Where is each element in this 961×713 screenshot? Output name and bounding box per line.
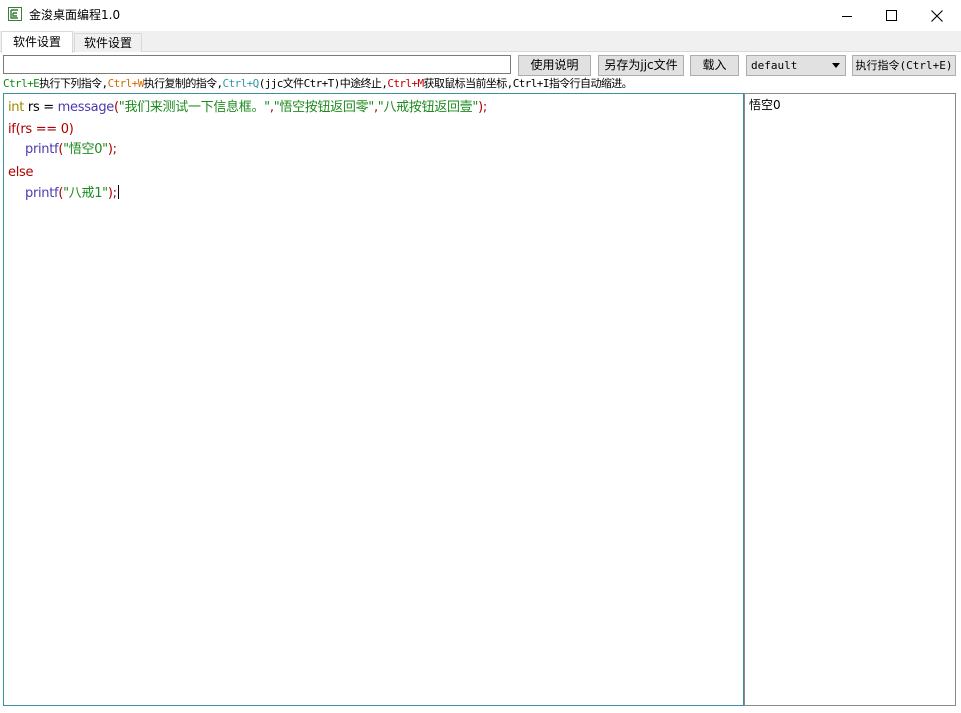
code-variable: rs = <box>24 100 58 115</box>
code-editor[interactable]: int rs = message("我们来测试一下信息框。","悟空按钮返回零"… <box>3 93 744 706</box>
text-caret <box>117 185 119 199</box>
code-function-printf: printf <box>25 186 59 201</box>
output-panel[interactable]: 悟空0 <box>744 93 956 706</box>
load-button[interactable]: 载入 <box>690 55 739 76</box>
hint-shortcut-execute-copied: Ctrl+W <box>107 77 145 90</box>
code-string: "我们来测试一下信息框。" <box>118 100 270 115</box>
minimize-icon <box>842 15 852 17</box>
maximize-button[interactable] <box>868 0 914 31</box>
title-bar[interactable]: 金浚桌面编程1.0 <box>0 0 961 31</box>
code-line-1: int rs = message("我们来测试一下信息框。","悟空按钮返回零"… <box>8 100 487 116</box>
code-string: "八戒按钮返回壹" <box>377 100 479 115</box>
help-button[interactable]: 使用说明 <box>518 55 591 76</box>
hint-text-mouse-coords: 获取鼠标当前坐标,Ctrl+I指令行自动缩进。 <box>423 77 633 90</box>
window-title: 金浚桌面编程1.0 <box>29 8 121 22</box>
hint-text-abort: (jjc文件Ctr+T)中途终止, <box>258 77 388 90</box>
tab-software-settings-2[interactable]: 软件设置 <box>74 33 142 52</box>
code-function-message: message <box>57 100 115 115</box>
hint-text-execute: 执行下列指令, <box>39 77 108 90</box>
profile-selected-value: default <box>751 59 798 72</box>
tab-software-settings-1[interactable]: 软件设置 <box>1 31 73 53</box>
execute-command-button[interactable]: 执行指令(Ctrl+E) <box>852 55 956 76</box>
code-line-3: printf("悟空0"); <box>25 142 117 158</box>
hint-text-execute-copied: 执行复制的指令, <box>143 77 223 90</box>
code-line-4: else <box>8 165 34 180</box>
minimize-button[interactable] <box>824 0 870 31</box>
code-paren: ); <box>107 186 117 201</box>
command-input[interactable] <box>3 55 511 74</box>
app-logo-icon <box>8 7 22 21</box>
code-string: "悟空按钮返回零" <box>273 100 375 115</box>
code-string: "悟空0" <box>63 142 108 157</box>
hint-shortcut-abort: Ctrl+Q <box>222 77 260 90</box>
hint-shortcut-mouse-coords: Ctrl+M <box>387 77 424 90</box>
save-as-jjc-button[interactable]: 另存为jjc文件 <box>598 55 684 76</box>
code-line-2: if(rs == 0) <box>8 122 74 137</box>
code-line-5: printf("八戒1"); <box>25 185 119 202</box>
code-function-printf: printf <box>25 142 59 157</box>
shortcut-hint: Ctrl+E执行下列指令,Ctrl+W执行复制的指令,Ctrl+Q(jjc文件C… <box>3 77 633 90</box>
hint-shortcut-execute: Ctrl+E <box>3 77 40 90</box>
profile-dropdown[interactable]: default <box>746 55 846 76</box>
code-paren: ); <box>478 100 487 115</box>
tab-strip: 软件设置 软件设置 <box>0 31 961 53</box>
output-text: 悟空0 <box>749 98 781 112</box>
code-string: "八戒1" <box>63 186 108 201</box>
code-paren: ); <box>107 142 117 157</box>
close-icon <box>931 9 943 22</box>
dropdown-arrow-icon <box>832 63 840 68</box>
code-keyword-int: int <box>8 100 25 115</box>
maximize-icon <box>885 10 897 21</box>
close-button[interactable] <box>914 0 960 31</box>
